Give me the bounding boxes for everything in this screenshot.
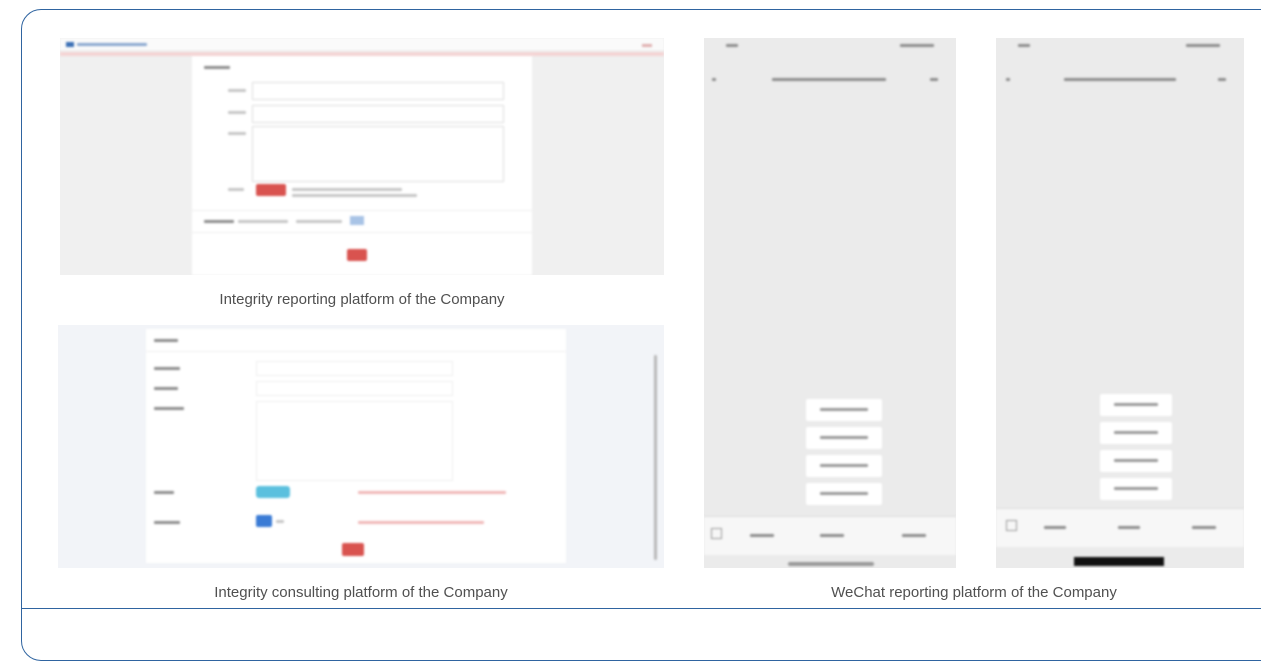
status-time <box>726 44 738 47</box>
field-label <box>228 132 246 135</box>
field-label <box>154 491 174 494</box>
keyboard-icon[interactable] <box>711 528 722 539</box>
more-icon[interactable] <box>930 78 938 81</box>
more-icon[interactable] <box>1218 78 1226 81</box>
field-label <box>228 89 246 92</box>
upload-button[interactable] <box>256 184 286 196</box>
logo-icon <box>66 42 74 47</box>
form-divider <box>146 351 566 352</box>
caption-integrity-consulting: Integrity consulting platform of the Com… <box>214 584 508 601</box>
menu-option[interactable] <box>806 427 882 449</box>
field-input[interactable] <box>252 82 504 100</box>
caption-integrity-reporting: Integrity reporting platform of the Comp… <box>219 291 505 308</box>
site-title <box>77 43 147 46</box>
field-input[interactable] <box>256 361 453 376</box>
bottom-menu-item[interactable] <box>902 534 926 537</box>
integrity-consulting-screenshot <box>58 325 664 568</box>
field-textarea[interactable] <box>252 126 504 182</box>
form-divider <box>192 210 532 211</box>
top-bar <box>60 38 664 50</box>
form-panel <box>146 329 566 563</box>
submit-button[interactable] <box>347 249 367 261</box>
integrity-reporting-screenshot <box>60 38 664 275</box>
field-label <box>228 188 244 191</box>
caption-wechat-reporting: WeChat reporting platform of the Company <box>831 584 1117 601</box>
section-divider <box>21 608 1261 609</box>
wechat-phone-screenshot-2 <box>996 38 1244 568</box>
upload-hint <box>358 491 506 494</box>
upload-hint <box>292 194 417 197</box>
nav-title <box>772 78 886 81</box>
form-heading <box>154 339 178 342</box>
captcha-input[interactable] <box>296 220 342 223</box>
form-divider <box>192 232 532 233</box>
submit-button[interactable] <box>342 543 364 556</box>
captcha-label <box>204 220 234 223</box>
status-icons <box>1186 44 1220 47</box>
field-label <box>154 387 178 390</box>
menu-option[interactable] <box>1100 450 1172 472</box>
captcha-input[interactable] <box>238 220 288 223</box>
back-icon[interactable] <box>1006 78 1010 81</box>
select-value <box>276 520 284 523</box>
upload-button[interactable] <box>256 486 290 498</box>
bottom-menu-item[interactable] <box>1118 526 1140 529</box>
field-label <box>154 407 184 410</box>
home-indicator <box>788 562 874 566</box>
home-indicator <box>1074 557 1164 566</box>
close-icon[interactable] <box>642 44 652 47</box>
back-icon[interactable] <box>712 78 716 81</box>
menu-option[interactable] <box>806 483 882 505</box>
bottom-menu-item[interactable] <box>750 534 774 537</box>
field-textarea[interactable] <box>256 401 453 481</box>
captcha-image <box>350 216 364 225</box>
bottom-menu-item[interactable] <box>1192 526 1216 529</box>
bottom-menu-item[interactable] <box>820 534 844 537</box>
field-label <box>154 521 180 524</box>
field-label <box>154 367 180 370</box>
field-label <box>228 111 246 114</box>
field-input[interactable] <box>252 105 504 123</box>
menu-option[interactable] <box>1100 478 1172 500</box>
scrollbar[interactable] <box>654 355 657 560</box>
status-time <box>1018 44 1030 47</box>
upload-hint <box>292 188 402 191</box>
select-hint <box>358 521 484 524</box>
select-control[interactable] <box>256 515 272 527</box>
bottom-menu-item[interactable] <box>1044 526 1066 529</box>
keyboard-icon[interactable] <box>1006 520 1017 531</box>
form-panel <box>192 56 532 275</box>
field-input[interactable] <box>256 381 453 396</box>
menu-option[interactable] <box>806 399 882 421</box>
wechat-phone-screenshot <box>704 38 956 568</box>
menu-option[interactable] <box>1100 394 1172 416</box>
status-icons <box>900 44 934 47</box>
form-heading <box>204 66 230 69</box>
menu-option[interactable] <box>806 455 882 477</box>
nav-title <box>1064 78 1176 81</box>
menu-option[interactable] <box>1100 422 1172 444</box>
